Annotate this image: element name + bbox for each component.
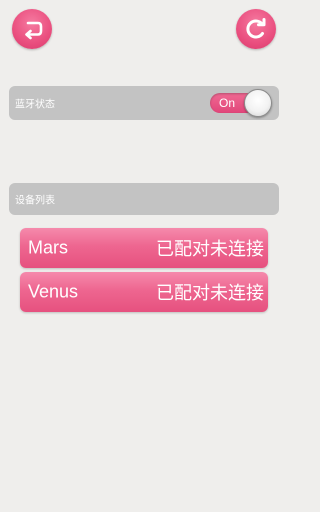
- refresh-button[interactable]: [236, 9, 276, 49]
- bluetooth-status-row: 蓝牙状态 On: [9, 86, 279, 120]
- device-list-header: 设备列表: [9, 183, 279, 215]
- bluetooth-toggle[interactable]: On: [210, 89, 272, 117]
- device-list-label: 设备列表: [15, 195, 55, 207]
- device-item-venus[interactable]: Venus 已配对未连接: [20, 272, 268, 312]
- back-button[interactable]: [12, 9, 52, 49]
- device-status: 已配对未连接: [156, 239, 264, 260]
- device-name: Mars: [28, 237, 68, 258]
- toggle-on-text: On: [219, 96, 236, 110]
- toggle-knob[interactable]: [244, 89, 272, 117]
- device-item-mars[interactable]: Mars 已配对未连接: [20, 228, 268, 268]
- device-name: Venus: [28, 281, 79, 302]
- back-arrow-icon: [20, 17, 44, 41]
- bluetooth-status-label: 蓝牙状态: [15, 99, 55, 111]
- device-status: 已配对未连接: [156, 283, 264, 304]
- refresh-icon: [243, 16, 269, 42]
